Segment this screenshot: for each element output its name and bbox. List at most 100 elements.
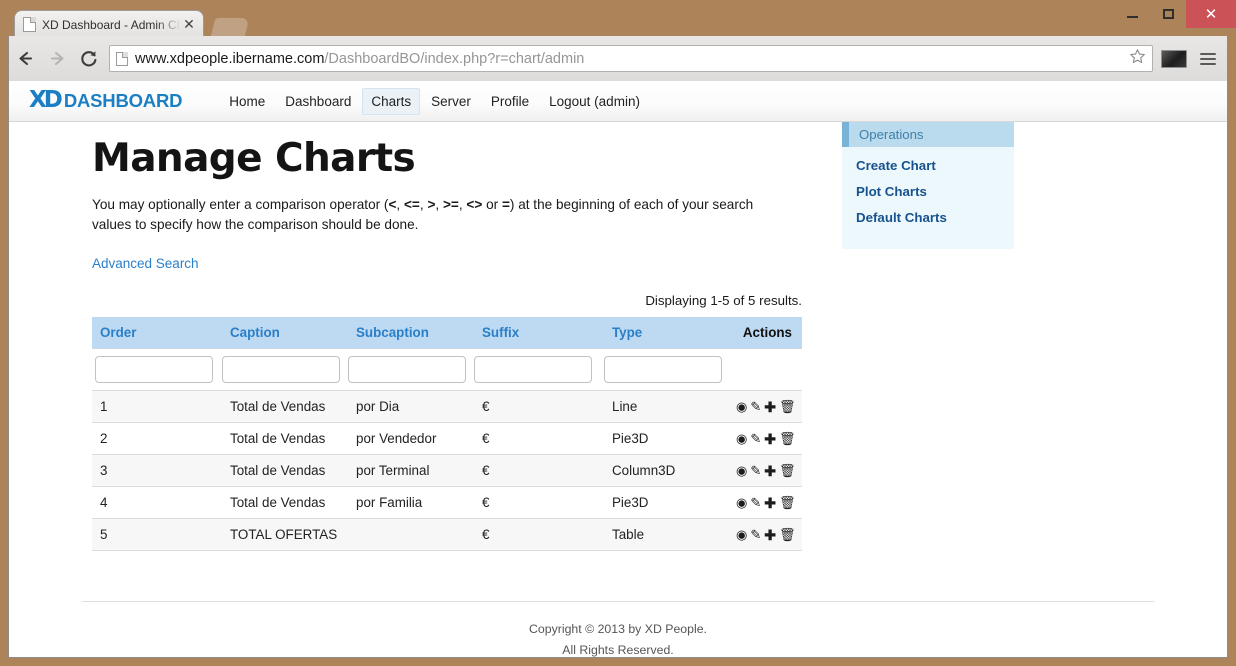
cell-actions: ◉ ✎ ✚ 🗑 <box>728 422 802 455</box>
site-logo[interactable]: XD DASHBOARD <box>29 88 183 113</box>
browser-tab-strip: XD Dashboard - Admin Ch ✕ ✕ <box>0 0 1236 38</box>
maximize-button[interactable] <box>1150 0 1186 28</box>
cell-suffix: € <box>474 454 604 487</box>
filter-input-subcaption[interactable] <box>348 356 466 383</box>
main-navigation: Home Dashboard Charts Server Profile Log… <box>220 81 651 122</box>
nav-item-server[interactable]: Server <box>422 88 480 115</box>
filter-cell-suffix <box>474 348 604 391</box>
close-icon: ✕ <box>1204 4 1218 23</box>
back-button[interactable] <box>9 44 41 74</box>
main-content: Manage Charts You may optionally enter a… <box>92 122 867 551</box>
delete-icon[interactable]: 🗑 <box>779 496 796 509</box>
close-window-button[interactable]: ✕ <box>1186 0 1236 28</box>
bookmark-star-icon[interactable] <box>1126 48 1148 70</box>
view-icon[interactable]: ◉ <box>736 496 747 509</box>
sort-link-caption[interactable]: Caption <box>230 325 280 340</box>
cell-caption: Total de Vendas <box>222 454 348 487</box>
url-path: /DashboardBO/index.php?r=chart/admin <box>324 50 585 67</box>
table-header: Order Caption Subcaption Suffix Type Act… <box>92 317 802 349</box>
add-icon[interactable]: ✚ <box>764 464 776 478</box>
delete-icon[interactable]: 🗑 <box>779 528 796 541</box>
filter-input-caption[interactable] <box>222 356 340 383</box>
operator-lte: <= <box>403 197 420 212</box>
cell-caption: Total de Vendas <box>222 422 348 455</box>
sidebar-item-default-charts[interactable]: Default Charts <box>856 210 947 225</box>
footer-copyright: Copyright © 2013 by XD People. <box>529 622 707 636</box>
view-icon[interactable]: ◉ <box>736 528 747 541</box>
browser-menu-button[interactable] <box>1195 52 1221 65</box>
charts-table: Order Caption Subcaption Suffix Type Act… <box>92 317 802 551</box>
cell-suffix: € <box>474 422 604 455</box>
add-icon[interactable]: ✚ <box>764 496 776 510</box>
sidebar-item-plot-charts[interactable]: Plot Charts <box>856 184 927 199</box>
add-icon[interactable]: ✚ <box>764 528 776 542</box>
hamburger-line <box>1200 62 1216 65</box>
page-viewport: XD DASHBOARD Home Dashboard Charts Serve… <box>8 81 1228 658</box>
footer-rights: All Rights Reserved. <box>562 643 674 657</box>
cell-type: Column3D <box>604 454 728 487</box>
add-icon[interactable]: ✚ <box>764 400 776 414</box>
screencast-icon[interactable] <box>1161 49 1187 68</box>
sort-link-suffix[interactable]: Suffix <box>482 325 519 340</box>
cell-order: 4 <box>92 486 222 519</box>
browser-tab[interactable]: XD Dashboard - Admin Ch ✕ <box>14 10 204 38</box>
sidebar-item-create-chart[interactable]: Create Chart <box>856 158 936 173</box>
cell-type: Pie3D <box>604 422 728 455</box>
operator-gte: >= <box>442 197 459 212</box>
add-icon[interactable]: ✚ <box>764 432 776 446</box>
sort-link-type[interactable]: Type <box>612 325 642 340</box>
edit-icon[interactable]: ✎ <box>750 464 761 477</box>
list-item: Default Charts <box>856 209 1014 227</box>
row-action-icons: ◉ ✎ ✚ 🗑 <box>736 464 796 478</box>
cell-subcaption: por Terminal <box>348 454 474 487</box>
sort-link-order[interactable]: Order <box>100 325 136 340</box>
filter-input-order[interactable] <box>95 356 213 383</box>
nav-item-profile[interactable]: Profile <box>482 88 538 115</box>
page-footer: Copyright © 2013 by XD People. All Right… <box>82 601 1154 657</box>
filter-input-suffix[interactable] <box>474 356 592 383</box>
sidebar-list: Create Chart Plot Charts Default Charts <box>842 147 1014 249</box>
cell-type: Line <box>604 390 728 423</box>
filter-cell-type <box>604 348 728 391</box>
tab-close-icon[interactable]: ✕ <box>181 16 197 33</box>
delete-icon[interactable]: 🗑 <box>779 464 796 477</box>
column-header-actions: Actions <box>728 317 802 349</box>
minimize-button[interactable] <box>1114 0 1150 28</box>
view-icon[interactable]: ◉ <box>736 464 747 477</box>
cell-subcaption: por Dia <box>348 390 474 423</box>
url-text: www.xdpeople.ibername.com/DashboardBO/in… <box>135 51 1126 67</box>
hamburger-line <box>1200 57 1216 60</box>
edit-icon[interactable]: ✎ <box>750 432 761 445</box>
edit-icon[interactable]: ✎ <box>750 400 761 413</box>
delete-icon[interactable]: 🗑 <box>779 432 796 445</box>
new-tab-button[interactable] <box>210 18 250 37</box>
filter-input-type[interactable] <box>604 356 722 383</box>
table-filter-row <box>92 348 802 391</box>
edit-icon[interactable]: ✎ <box>750 528 761 541</box>
row-action-icons: ◉ ✎ ✚ 🗑 <box>736 432 796 446</box>
nav-item-logout[interactable]: Logout (admin) <box>540 88 649 115</box>
delete-icon[interactable]: 🗑 <box>779 400 796 413</box>
address-bar[interactable]: www.xdpeople.ibername.com/DashboardBO/in… <box>109 45 1153 72</box>
reload-button[interactable] <box>73 44 105 74</box>
advanced-search-link[interactable]: Advanced Search <box>92 256 199 271</box>
edit-icon[interactable]: ✎ <box>750 496 761 509</box>
nav-item-dashboard[interactable]: Dashboard <box>276 88 360 115</box>
logo-text: DASHBOARD <box>63 90 183 111</box>
view-icon[interactable]: ◉ <box>736 432 747 445</box>
operator-ne: <> <box>466 197 483 212</box>
list-item: Plot Charts <box>856 183 1014 201</box>
browser-window: XD Dashboard - Admin Ch ✕ ✕ www.xdpeople… <box>0 0 1236 666</box>
table-body: 1 Total de Vendas por Dia € Line ◉ ✎ ✚ � <box>92 390 802 551</box>
forward-button[interactable] <box>41 44 73 74</box>
cell-type: Pie3D <box>604 486 728 519</box>
intro-prefix: You may optionally enter a comparison op… <box>92 197 389 212</box>
nav-item-home[interactable]: Home <box>220 88 274 115</box>
row-action-icons: ◉ ✎ ✚ 🗑 <box>736 400 796 414</box>
sort-link-subcaption[interactable]: Subcaption <box>356 325 429 340</box>
operator-gt: > <box>427 197 436 212</box>
cell-actions: ◉ ✎ ✚ 🗑 <box>728 390 802 423</box>
view-icon[interactable]: ◉ <box>736 400 747 413</box>
nav-item-charts[interactable]: Charts <box>362 87 421 115</box>
hamburger-line <box>1200 52 1216 55</box>
